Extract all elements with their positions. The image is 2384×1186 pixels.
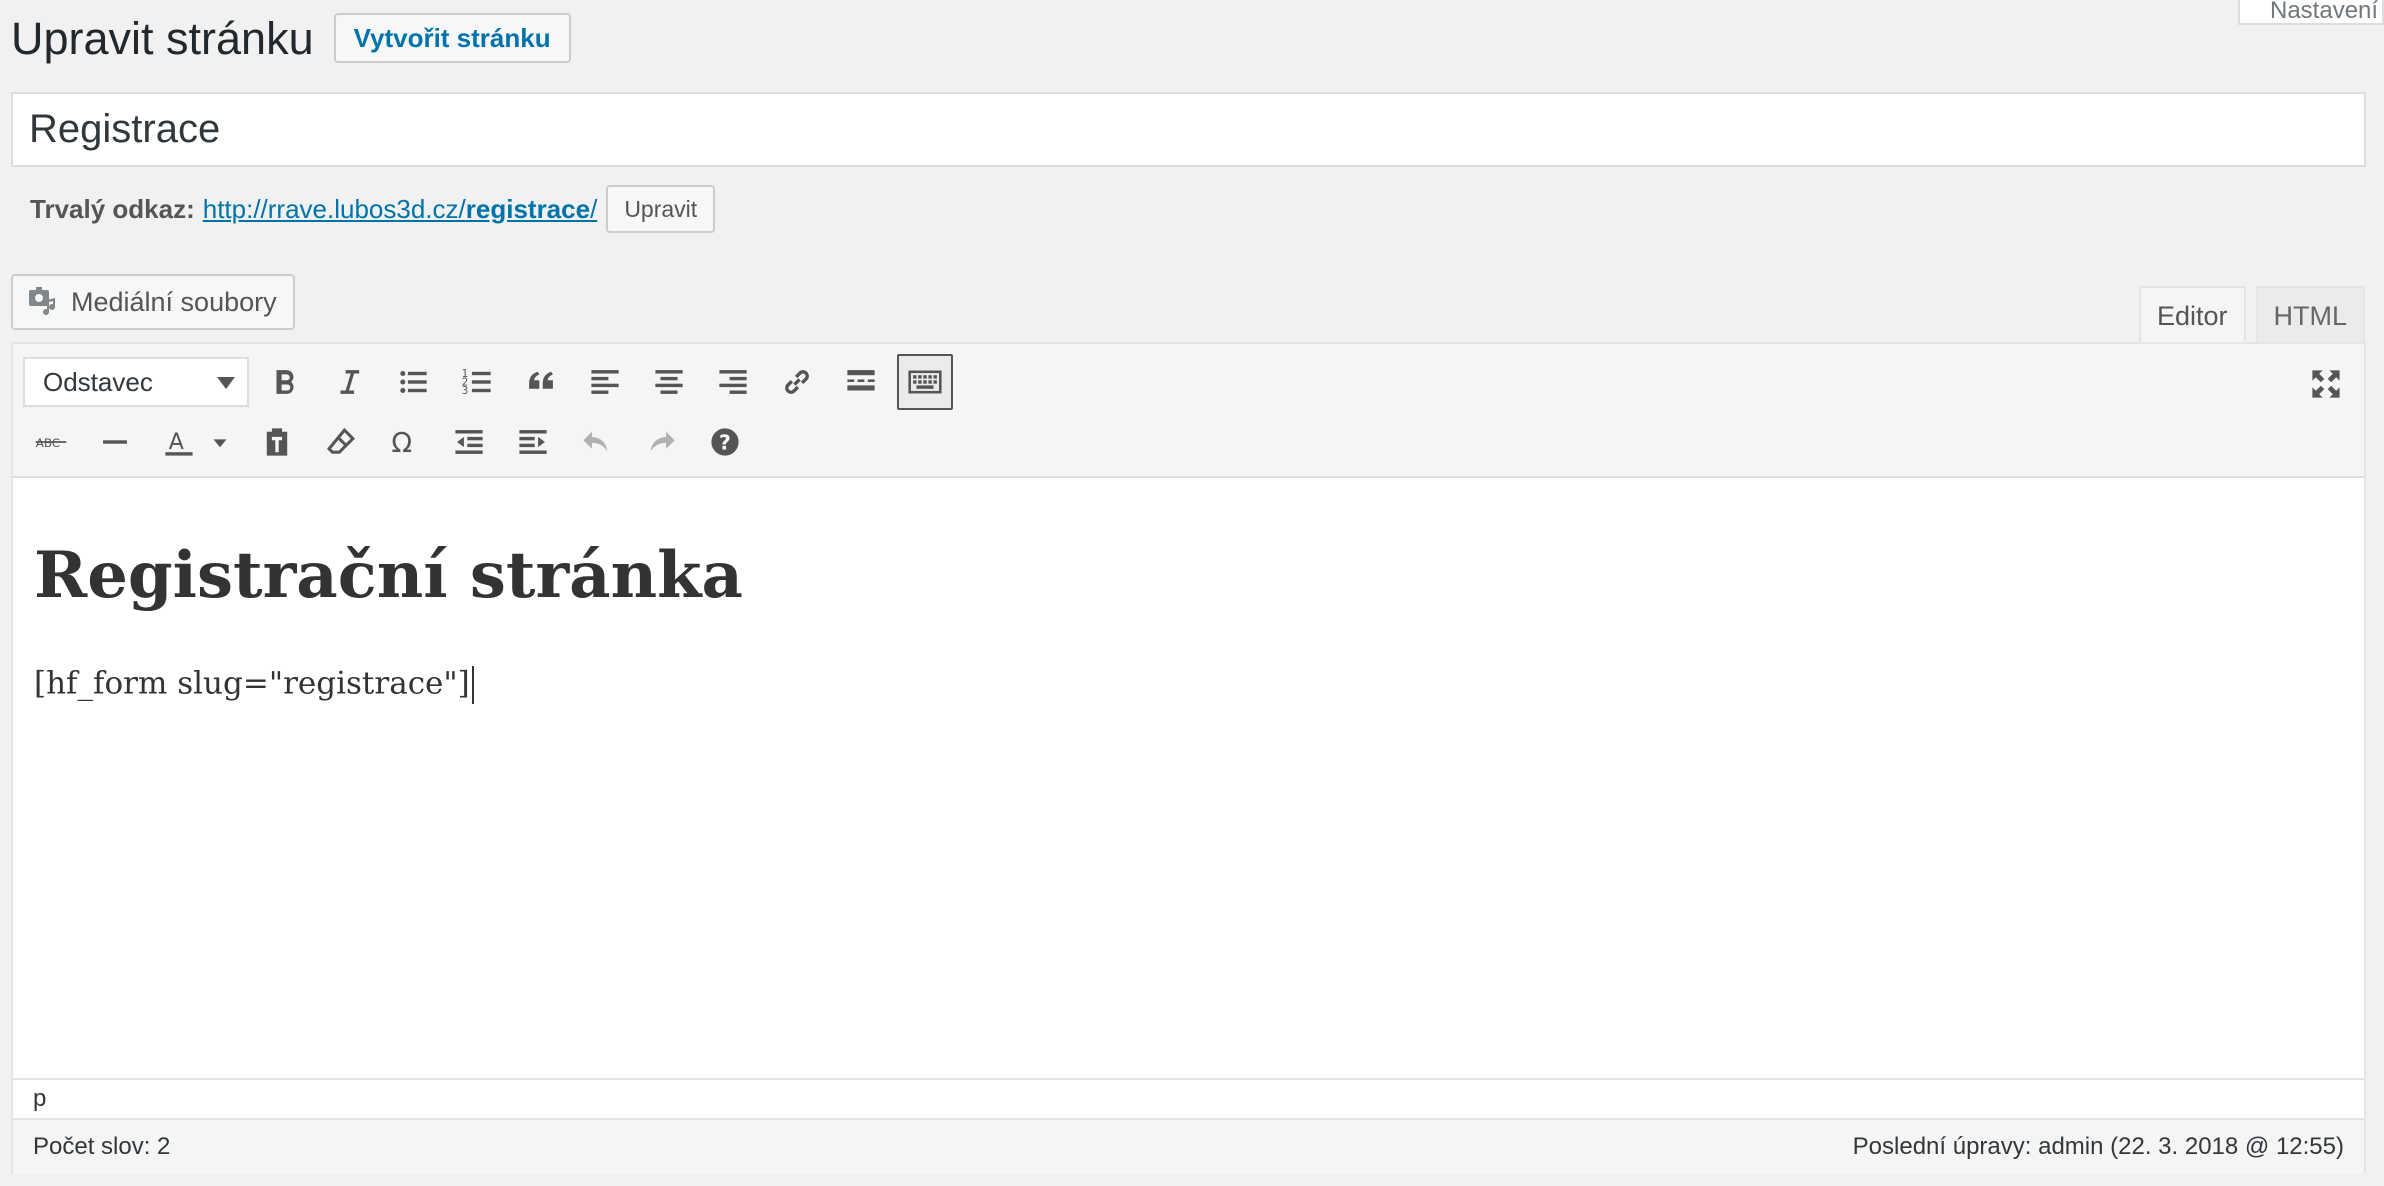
format-select-value: Odstavec — [43, 366, 153, 397]
toolbar-row-1: Odstavec 123 — [23, 354, 961, 410]
align-right-icon[interactable] — [705, 354, 761, 410]
align-center-icon[interactable] — [641, 354, 697, 410]
content-heading: Registrační stránka — [34, 538, 743, 613]
blockquote-icon[interactable] — [513, 354, 569, 410]
add-media-label: Mediální soubory — [71, 286, 277, 317]
indent-icon[interactable] — [505, 414, 561, 470]
special-character-icon[interactable]: Ω — [377, 414, 433, 470]
text-color-dropdown-icon[interactable] — [207, 414, 233, 470]
paste-as-text-icon[interactable] — [249, 414, 305, 470]
text-cursor — [471, 666, 474, 704]
editor-content[interactable]: Registrační stránka [hf_form slug="regis… — [13, 478, 2364, 1078]
chevron-down-icon — [217, 377, 235, 389]
content-paragraph: [hf_form slug="registrace"] — [34, 666, 474, 704]
clear-formatting-icon[interactable] — [313, 414, 369, 470]
horizontal-line-icon[interactable] — [87, 414, 143, 470]
edit-slug-button[interactable]: Upravit — [606, 185, 716, 233]
page-title: Upravit stránku — [11, 12, 314, 64]
editor-footer: Počet slov: 2 Poslední úpravy: admin (22… — [13, 1118, 2364, 1174]
post-title-input[interactable]: Registrace — [11, 92, 2366, 167]
svg-text:Ω: Ω — [391, 428, 412, 459]
editor-tabs: Editor HTML — [2138, 286, 2365, 344]
italic-icon[interactable] — [321, 354, 377, 410]
numbered-list-icon[interactable]: 123 — [449, 354, 505, 410]
align-left-icon[interactable] — [577, 354, 633, 410]
svg-text:A: A — [169, 429, 184, 455]
screen-options-button[interactable]: Nastavení — [2238, 0, 2384, 25]
element-path[interactable]: p — [13, 1078, 2364, 1118]
format-select[interactable]: Odstavec — [23, 357, 249, 407]
permalink-label: Trvalý odkaz: — [30, 193, 195, 224]
word-count: Počet slov: 2 — [33, 1133, 171, 1160]
media-icon — [27, 286, 59, 318]
tab-html[interactable]: HTML — [2255, 286, 2365, 344]
bullet-list-icon[interactable] — [385, 354, 441, 410]
tab-visual[interactable]: Editor — [2138, 286, 2246, 344]
svg-text:?: ? — [719, 431, 731, 455]
redo-icon[interactable] — [633, 414, 689, 470]
add-new-page-button[interactable]: Vytvořit stránku — [333, 13, 571, 63]
text-color-icon[interactable]: A — [151, 414, 207, 470]
help-icon[interactable]: ? — [697, 414, 753, 470]
svg-text:ABC: ABC — [36, 436, 60, 450]
toolbar-row-2: ABC A Ω ? — [23, 414, 761, 470]
editor: Odstavec 123 ABC A Ω ? Registrační strán… — [11, 342, 2366, 1174]
strikethrough-icon[interactable]: ABC — [23, 414, 79, 470]
permalink-slug: registrace — [465, 193, 591, 224]
toolbar-toggle-icon[interactable] — [897, 354, 953, 410]
add-media-button[interactable]: Mediální soubory — [11, 274, 295, 330]
link-icon[interactable] — [769, 354, 825, 410]
bold-icon[interactable] — [257, 354, 313, 410]
undo-icon[interactable] — [569, 414, 625, 470]
fullscreen-icon[interactable] — [2298, 356, 2354, 412]
editor-toolbar: Odstavec 123 ABC A Ω ? — [13, 344, 2364, 478]
outdent-icon[interactable] — [441, 414, 497, 470]
last-edited: Poslední úpravy: admin (22. 3. 2018 @ 12… — [1852, 1133, 2344, 1160]
read-more-icon[interactable] — [833, 354, 889, 410]
permalink-row: Trvalý odkaz: http://rrave.lubos3d.cz/re… — [30, 184, 716, 234]
page-header: Upravit stránku Vytvořit stránku — [11, 8, 571, 68]
svg-text:3: 3 — [462, 386, 468, 397]
permalink-link[interactable]: http://rrave.lubos3d.cz/registrace/ — [203, 194, 598, 225]
